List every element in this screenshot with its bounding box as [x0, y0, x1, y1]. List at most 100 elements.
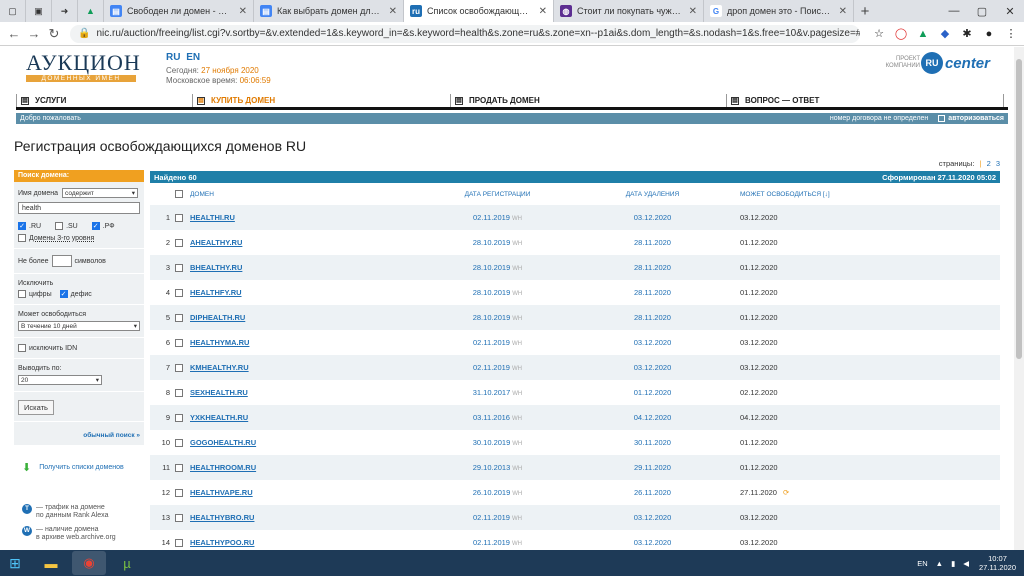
minimize-icon[interactable]: —	[940, 0, 968, 22]
new-tab-button[interactable]: +	[854, 0, 876, 22]
tab-pinned-3[interactable]: ➜	[52, 0, 78, 22]
domain-link[interactable]: AHEALTHY.RU	[190, 238, 410, 247]
login-link[interactable]: авторизоваться	[938, 115, 1004, 122]
tab-close-icon[interactable]: ✕	[539, 6, 547, 17]
refresh-icon[interactable]: ⟳	[783, 488, 789, 497]
row-checkbox[interactable]	[174, 388, 183, 397]
row-checkbox[interactable]	[174, 438, 183, 447]
tab-pinned-2[interactable]: ▣	[26, 0, 52, 22]
url-input[interactable]: 🔒 nic.ru/auction/freeing/list.cgi?v.sort…	[70, 24, 860, 43]
tray-expand-icon[interactable]: ▲	[936, 559, 943, 568]
whois-icon[interactable]: WH	[512, 391, 522, 397]
tab-pinned-1[interactable]: ▢	[0, 0, 26, 22]
third-level-checkbox[interactable]	[18, 234, 26, 242]
exclude-hyphen-checkbox[interactable]: ✓	[59, 290, 68, 298]
chrome-icon[interactable]: ◉	[72, 551, 106, 575]
input-language[interactable]: EN	[917, 559, 927, 568]
bookmark-star-icon[interactable]: ☆	[870, 26, 888, 42]
col-deletion[interactable]: ДАТА УДАЛЕНИЯ	[585, 191, 720, 198]
whois-icon[interactable]: WH	[512, 541, 522, 547]
domain-link[interactable]: GOGOHEALTH.RU	[190, 438, 410, 447]
pagesize-select[interactable]: 20 ▾	[18, 375, 102, 385]
tab-close-icon[interactable]: ✕	[389, 6, 397, 17]
menu-faq[interactable]: ▤ ВОПРОС — ОТВЕТ	[726, 94, 1004, 107]
tab-close-icon[interactable]: ✕	[239, 6, 247, 17]
browser-tab[interactable]: ▤ Как выбрать домен для сайта -... ✕	[254, 0, 404, 22]
download-lists-link[interactable]: ⬇ Получить списки доменов	[14, 461, 144, 474]
domain-link[interactable]: HEALTHYBRO.RU	[190, 513, 410, 522]
clock[interactable]: 10:07 27.11.2020	[979, 554, 1016, 572]
row-checkbox[interactable]	[174, 513, 183, 522]
whois-icon[interactable]: WH	[512, 241, 522, 247]
row-checkbox[interactable]	[174, 363, 183, 372]
simple-search-link[interactable]: обычный поиск »	[18, 432, 140, 439]
domain-link[interactable]: HEALTHROOM.RU	[190, 463, 410, 472]
whois-icon[interactable]: WH	[512, 416, 522, 422]
row-checkbox[interactable]	[174, 338, 183, 347]
extensions-puzzle-icon[interactable]: ✱	[958, 26, 976, 42]
name-mode-select[interactable]: содержит ▾	[62, 188, 139, 198]
opera-extension-icon[interactable]: ◯	[892, 26, 910, 42]
col-registration[interactable]: ДАТА РЕГИСТРАЦИИ	[410, 191, 585, 198]
whois-icon[interactable]: WH	[512, 341, 522, 347]
free-period-select[interactable]: В течение 10 дней ▾	[18, 321, 140, 331]
volume-icon[interactable]: ◀	[963, 559, 969, 568]
scrollbar-thumb[interactable]	[1016, 59, 1022, 359]
tab-close-icon[interactable]: ✕	[839, 6, 847, 17]
reload-icon[interactable]: ↻	[44, 26, 64, 42]
vpn-extension-icon[interactable]: ◆	[936, 26, 954, 42]
whois-icon[interactable]: WH	[512, 491, 522, 497]
zone-rf-checkbox[interactable]: ✓	[91, 222, 100, 230]
maximize-icon[interactable]: ▢	[968, 0, 996, 22]
auction-logo[interactable]: АУКЦИОН ДОМЕННЫХ ИМЕН	[26, 52, 140, 82]
file-explorer-icon[interactable]: ▬	[34, 551, 68, 575]
back-icon[interactable]: ←	[4, 26, 24, 41]
max-length-input[interactable]	[51, 255, 72, 267]
whois-icon[interactable]: WH	[512, 366, 522, 372]
select-all-checkbox[interactable]	[174, 190, 183, 198]
row-checkbox[interactable]	[174, 488, 183, 497]
domain-link[interactable]: YXKHEALTH.RU	[190, 413, 410, 422]
row-checkbox[interactable]	[174, 313, 183, 322]
lang-en[interactable]: EN	[186, 52, 200, 63]
menu-kebab-icon[interactable]: ⋮	[1002, 26, 1020, 42]
tab-pinned-4[interactable]: ▲	[78, 0, 104, 22]
row-checkbox[interactable]	[174, 213, 183, 222]
close-window-icon[interactable]: ✕	[996, 0, 1024, 22]
domain-link[interactable]: BHEALTHY.RU	[190, 263, 410, 272]
row-checkbox[interactable]	[174, 238, 183, 247]
keyword-input[interactable]: health	[18, 202, 140, 214]
drive-extension-icon[interactable]: ▲	[914, 26, 932, 42]
zone-su-checkbox[interactable]	[55, 222, 64, 230]
whois-icon[interactable]: WH	[512, 216, 522, 222]
lang-ru[interactable]: RU	[166, 52, 180, 63]
tab-close-icon[interactable]: ✕	[689, 6, 697, 17]
whois-icon[interactable]: WH	[512, 466, 522, 472]
zone-ru-checkbox[interactable]: ✓	[18, 222, 26, 230]
page-2-link[interactable]: 2	[987, 159, 991, 168]
whois-icon[interactable]: WH	[512, 266, 522, 272]
menu-buy[interactable]: ▤ КУПИТЬ ДОМЕН	[192, 94, 450, 107]
whois-icon[interactable]: WH	[512, 441, 522, 447]
page-3-link[interactable]: 3	[996, 159, 1000, 168]
exclude-digits-checkbox[interactable]	[18, 290, 26, 298]
network-icon[interactable]: ▮	[951, 559, 955, 568]
search-button[interactable]: Искать	[18, 400, 54, 415]
rucenter-logo[interactable]: RU center	[920, 52, 990, 74]
domain-link[interactable]: HEALTHI.RU	[190, 213, 410, 222]
browser-tab[interactable]: Gдроп домен это - Поиск в Goog... ✕	[704, 0, 854, 22]
browser-tab[interactable]: ▤ Свободен ли домен - Google Д... ✕	[104, 0, 254, 22]
row-checkbox[interactable]	[174, 263, 183, 272]
domain-link[interactable]: HEALTHFY.RU	[190, 288, 410, 297]
whois-icon[interactable]: WH	[512, 291, 522, 297]
forward-icon[interactable]: →	[24, 26, 44, 41]
row-checkbox[interactable]	[174, 463, 183, 472]
row-checkbox[interactable]	[174, 538, 183, 547]
domain-link[interactable]: DIPHEALTH.RU	[190, 313, 410, 322]
browser-tab[interactable]: ru Список освобождающихся дом... ✕	[404, 0, 554, 22]
row-checkbox[interactable]	[174, 413, 183, 422]
domain-link[interactable]: HEALTHYPOO.RU	[190, 538, 410, 547]
domain-link[interactable]: KMHEALTHY.RU	[190, 363, 410, 372]
page-scrollbar[interactable]	[1014, 47, 1024, 550]
profile-avatar[interactable]: ●	[980, 26, 998, 42]
